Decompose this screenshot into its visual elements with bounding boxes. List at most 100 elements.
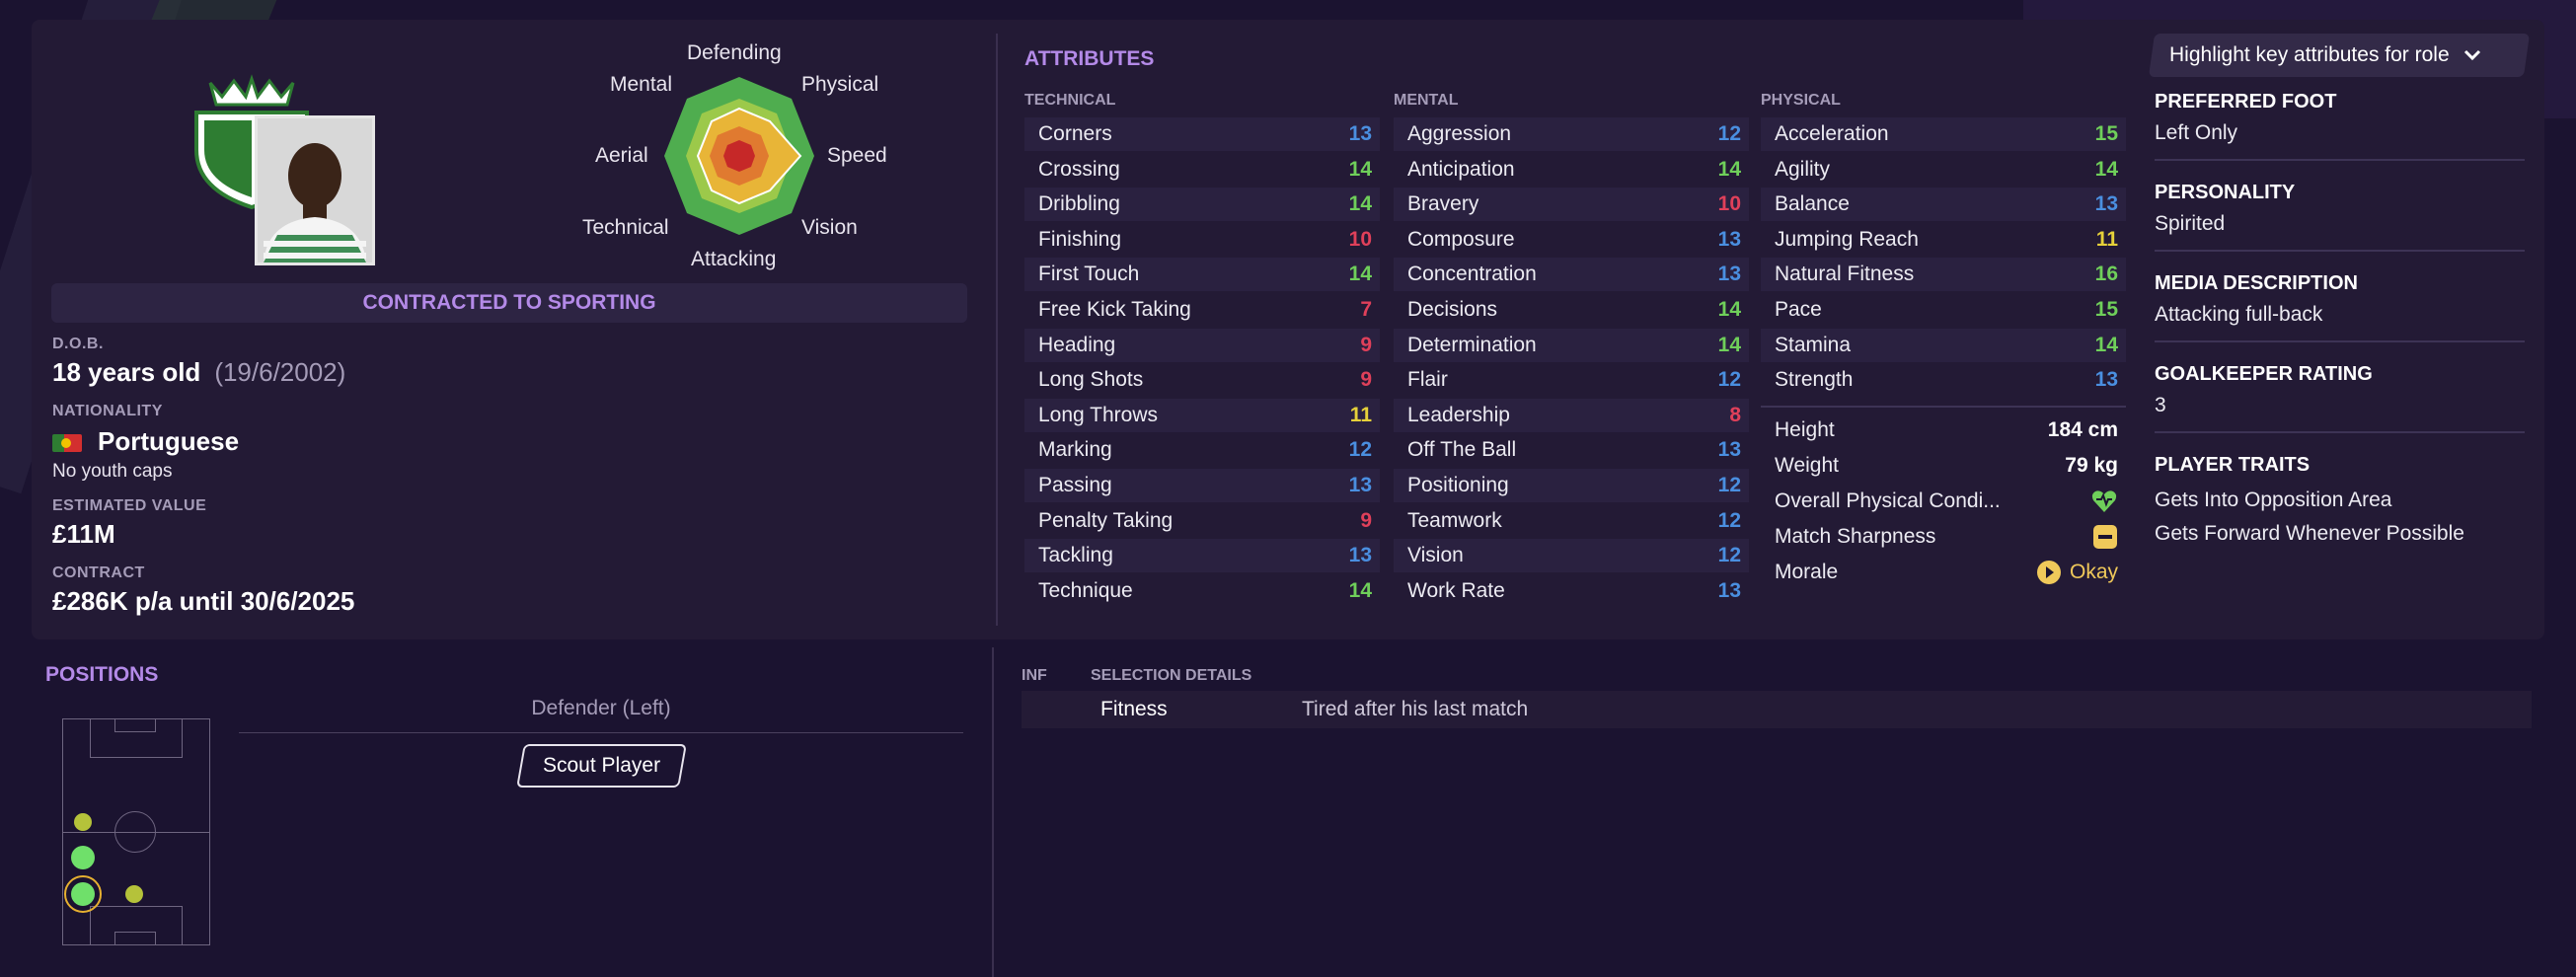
attribute-value: 8 xyxy=(1729,403,1741,426)
attribute-row[interactable]: Off The Ball 13 xyxy=(1394,433,1749,467)
attribute-row[interactable]: First Touch 14 xyxy=(1024,258,1380,292)
dob-block: D.O.B. 18 years old (19/6/2002) xyxy=(52,336,345,388)
attribute-value: 7 xyxy=(1360,297,1372,321)
contract-value: £286K p/a until 30/6/2025 xyxy=(52,586,355,616)
attribute-value: 15 xyxy=(2094,122,2118,145)
value-block: ESTIMATED VALUE £11M xyxy=(52,497,206,550)
attribute-row[interactable]: Decisions 14 xyxy=(1394,293,1749,327)
attribute-row[interactable]: Strength 13 xyxy=(1761,363,2126,397)
attribute-row[interactable]: Determination 14 xyxy=(1394,328,1749,362)
nationality-label: NATIONALITY xyxy=(52,403,163,419)
attribute-row[interactable]: Vision 12 xyxy=(1394,539,1749,573)
attribute-row[interactable]: Agility 14 xyxy=(1761,153,2126,187)
attribute-row[interactable]: Positioning 12 xyxy=(1394,468,1749,502)
attribute-name: Strength xyxy=(1775,368,1854,392)
attribute-row[interactable]: Passing 13 xyxy=(1024,468,1380,502)
selection-row-value: Tired after his last match xyxy=(1302,698,1529,720)
attribute-name: Long Throws xyxy=(1038,403,1159,426)
radar-label-vision: Vision xyxy=(801,216,858,239)
scout-player-label: Scout Player xyxy=(542,754,661,777)
scout-player-button[interactable]: Scout Player xyxy=(516,744,687,788)
attribute-radar-chart: Defending Physical Speed Vision Attackin… xyxy=(568,38,903,279)
attribute-row[interactable]: Pace 15 xyxy=(1761,293,2126,327)
attribute-name: Positioning xyxy=(1407,473,1509,496)
attribute-name: Finishing xyxy=(1038,227,1122,251)
attribute-row[interactable]: Dribbling 14 xyxy=(1024,188,1380,222)
attribute-row[interactable]: Concentration 13 xyxy=(1394,258,1749,292)
physical-separator xyxy=(1761,406,2126,408)
attribute-row[interactable]: Flair 12 xyxy=(1394,363,1749,397)
attribute-row[interactable]: Composure 13 xyxy=(1394,223,1749,257)
condition-heart-icon[interactable] xyxy=(2090,488,2118,515)
attribute-row[interactable]: Technique 14 xyxy=(1024,574,1380,608)
attribute-name: Work Rate xyxy=(1407,578,1505,602)
trait-item[interactable]: Gets Forward Whenever Possible xyxy=(2155,522,2525,546)
attribute-name: Aggression xyxy=(1407,122,1512,145)
attribute-row[interactable]: Crossing 14 xyxy=(1024,153,1380,187)
attribute-row[interactable]: Long Throws 11 xyxy=(1024,398,1380,432)
goalkeeper-rating-label: GOALKEEPER RATING xyxy=(2155,363,2373,385)
contract-block: CONTRACT £286K p/a until 30/6/2025 xyxy=(52,564,354,617)
morale-value[interactable]: Okay xyxy=(2070,561,2118,584)
position-dot-selected[interactable] xyxy=(71,882,95,906)
attribute-value: 13 xyxy=(1717,578,1741,602)
sharpness-icon[interactable] xyxy=(2092,524,2118,550)
attribute-row[interactable]: Finishing 10 xyxy=(1024,223,1380,257)
morale-arrow-icon xyxy=(2036,561,2061,584)
attribute-name: Anticipation xyxy=(1407,157,1515,181)
attribute-value: 14 xyxy=(1717,157,1741,181)
attribute-value: 14 xyxy=(1348,578,1372,602)
attributes-title: ATTRIBUTES xyxy=(1024,47,1155,70)
inf-header: INF xyxy=(1022,667,1047,684)
height-value: 184 cm xyxy=(2047,418,2118,441)
selection-row[interactable]: Fitness Tired after his last match xyxy=(1022,691,2532,728)
attribute-name: Pace xyxy=(1775,297,1822,321)
attribute-row[interactable]: Penalty Taking 9 xyxy=(1024,504,1380,538)
attribute-name: Balance xyxy=(1775,192,1850,216)
attribute-name: Flair xyxy=(1407,368,1448,392)
attribute-name: Penalty Taking xyxy=(1038,508,1174,532)
attribute-row[interactable]: Free Kick Taking 7 xyxy=(1024,293,1380,327)
attribute-row[interactable]: Work Rate 13 xyxy=(1394,574,1749,608)
trait-item[interactable]: Gets Into Opposition Area xyxy=(2155,488,2525,512)
position-dot[interactable] xyxy=(71,846,95,869)
goalkeeper-rating-block: GOALKEEPER RATING 3 xyxy=(2155,363,2525,433)
technical-attributes: Corners 13 Crossing 14 Dribbling 14 Finishing 1… xyxy=(1024,117,1380,609)
attribute-row[interactable]: Acceleration 15 xyxy=(1761,117,2126,151)
attribute-value: 14 xyxy=(2094,157,2118,181)
attribute-value: 15 xyxy=(2094,297,2118,321)
position-dot[interactable] xyxy=(125,885,143,903)
attribute-row[interactable]: Balance 13 xyxy=(1761,188,2126,222)
attribute-name: Dribbling xyxy=(1038,192,1120,216)
attribute-name: Stamina xyxy=(1775,333,1852,356)
attribute-row[interactable]: Marking 12 xyxy=(1024,433,1380,467)
attribute-row[interactable]: Tackling 13 xyxy=(1024,539,1380,573)
nationality-value[interactable]: Portuguese xyxy=(98,426,239,456)
attribute-row[interactable]: Long Shots 9 xyxy=(1024,363,1380,397)
dob-label: D.O.B. xyxy=(52,336,104,352)
height-label: Height xyxy=(1775,418,1835,441)
attribute-row[interactable]: Anticipation 14 xyxy=(1394,153,1749,187)
attribute-row[interactable]: Natural Fitness 16 xyxy=(1761,258,2126,292)
player-traits-block: PLAYER TRAITS Gets Into Opposition Area … xyxy=(2155,454,2525,546)
attribute-row[interactable]: Aggression 12 xyxy=(1394,117,1749,151)
attribute-row[interactable]: Heading 9 xyxy=(1024,328,1380,362)
attribute-value: 14 xyxy=(2094,333,2118,356)
attribute-row[interactable]: Teamwork 12 xyxy=(1394,504,1749,538)
radar-label-aerial: Aerial xyxy=(595,144,648,167)
physical-attributes: Acceleration 15 Agility 14 Balance 13 Jumping … xyxy=(1761,117,2126,399)
attribute-name: Vision xyxy=(1407,544,1464,567)
attribute-row[interactable]: Stamina 14 xyxy=(1761,328,2126,362)
attribute-value: 14 xyxy=(1348,263,1372,286)
position-dot[interactable] xyxy=(74,813,92,831)
attribute-name: Off The Ball xyxy=(1407,438,1517,462)
attribute-row[interactable]: Corners 13 xyxy=(1024,117,1380,151)
attribute-row[interactable]: Bravery 10 xyxy=(1394,188,1749,222)
chevron-down-icon xyxy=(2463,49,2480,61)
attribute-name: Leadership xyxy=(1407,403,1510,426)
attribute-row[interactable]: Jumping Reach 11 xyxy=(1761,223,2126,257)
highlight-attributes-dropdown[interactable]: Highlight key attributes for role xyxy=(2148,34,2531,77)
player-photo xyxy=(255,115,375,265)
attribute-row[interactable]: Leadership 8 xyxy=(1394,398,1749,432)
weight-label: Weight xyxy=(1775,454,1839,477)
